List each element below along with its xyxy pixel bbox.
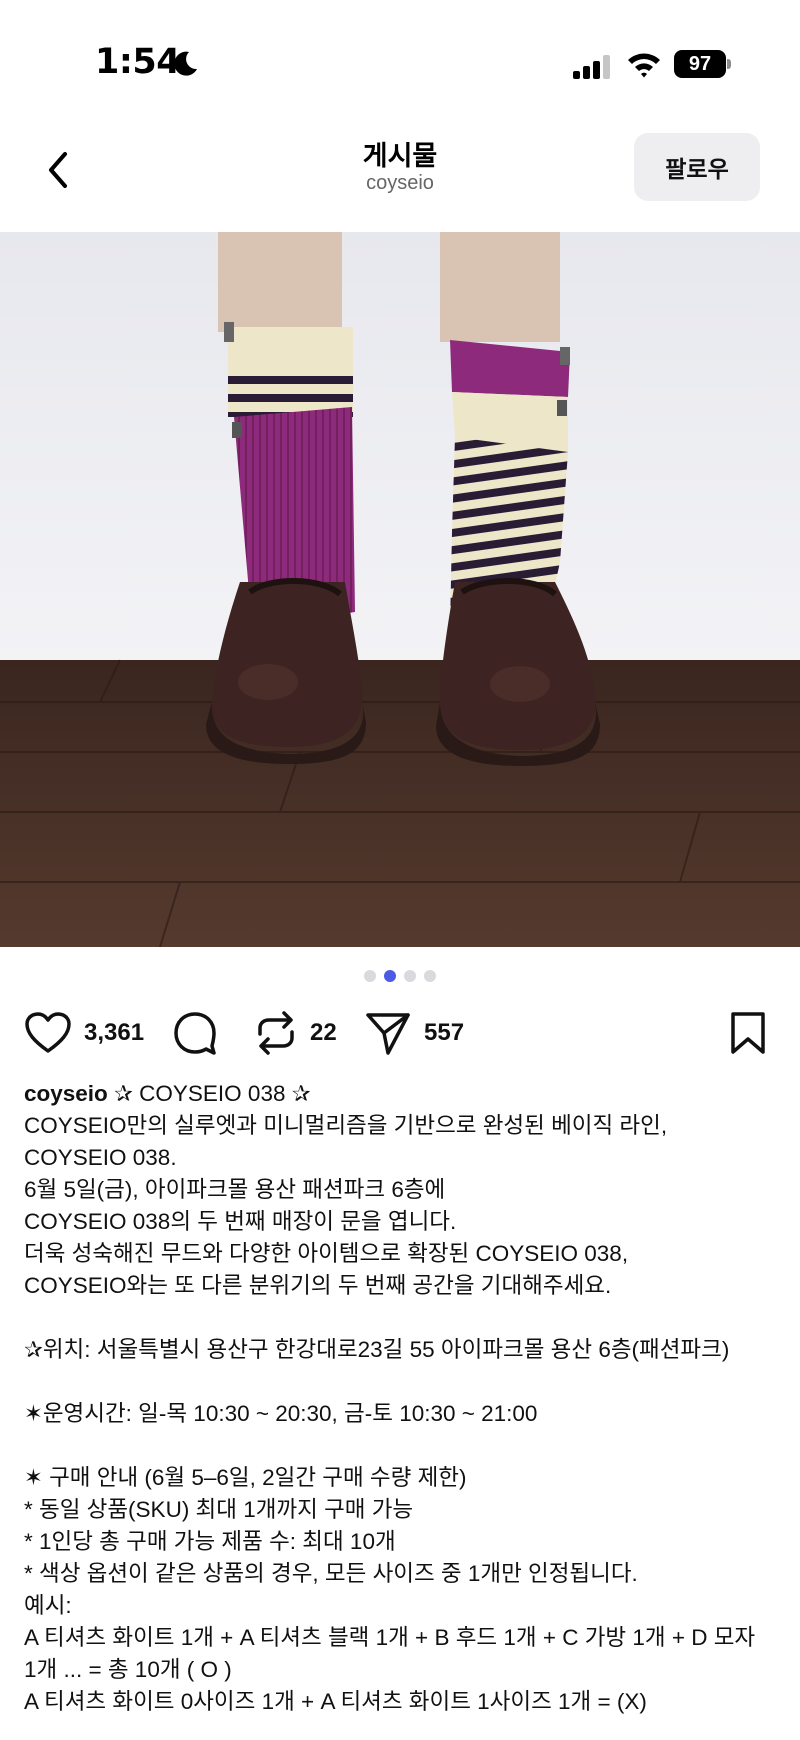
- comment-action: [172, 1005, 218, 1061]
- carousel-dot: [364, 970, 376, 982]
- status-time: 1:54: [95, 42, 181, 82]
- caption-line: COYSEIO 038의 두 번째 매장이 문을 엽니다.: [24, 1209, 457, 1234]
- caption-line: COYSEIO만의 실루엣과 미니멀리즘을 기반으로 완성된 베이직 라인,: [24, 1113, 668, 1138]
- caption-first-line: coyseio ✰ COYSEIO 038 ✰: [24, 1078, 784, 1110]
- caption-line: ✶운영시간: 일-목 10:30 ~ 20:30, 금-토 10:30 ~ 21…: [24, 1401, 538, 1426]
- comment-icon[interactable]: [172, 1010, 218, 1056]
- caption-title: ✰ COYSEIO 038 ✰: [107, 1081, 311, 1106]
- carousel-dot: [404, 970, 416, 982]
- caption-line: * 1인당 총 구매 가능 제품 수: 최대 10개: [24, 1529, 396, 1554]
- post-caption: coyseio ✰ COYSEIO 038 ✰ COYSEIO만의 실루엣과 미…: [24, 1078, 784, 1718]
- like-count[interactable]: 3,361: [84, 1019, 144, 1047]
- repost-icon[interactable]: [254, 1010, 298, 1056]
- share-action: 557: [364, 1005, 464, 1061]
- bookmark-button[interactable]: [728, 1011, 768, 1060]
- carousel-dot: [424, 970, 436, 982]
- like-action: 3,361: [24, 1005, 144, 1061]
- wifi-icon: [628, 53, 660, 78]
- follow-button[interactable]: 팔로우: [634, 133, 760, 201]
- socks-and-shoes-photo: [0, 232, 800, 947]
- repost-action: 22: [254, 1005, 337, 1061]
- post-header: 게시물 coyseio 팔로우: [0, 120, 800, 232]
- cellular-signal-icon: [573, 55, 610, 79]
- heart-icon[interactable]: [24, 1011, 72, 1055]
- post-image[interactable]: [0, 232, 800, 947]
- caption-username[interactable]: coyseio: [24, 1081, 108, 1106]
- caption-line: 예시:: [24, 1593, 72, 1618]
- carousel-indicator: [0, 970, 800, 982]
- caption-line: ✰위치: 서울특별시 용산구 한강대로23길 55 아이파크몰 용산 6층(패션…: [24, 1337, 730, 1362]
- repost-count[interactable]: 22: [310, 1019, 337, 1047]
- caption-line: * 색상 옵션이 같은 상품의 경우, 모든 사이즈 중 1개만 인정됩니다.: [24, 1561, 638, 1586]
- caption-line: 1개 ... = 총 10개 ( O ): [24, 1657, 232, 1682]
- caption-line: * 동일 상품(SKU) 최대 1개까지 구매 가능: [24, 1497, 414, 1522]
- caption-line: 6월 5일(금), 아이파크몰 용산 패션파크 6층에: [24, 1177, 446, 1202]
- caption-line: COYSEIO 038.: [24, 1145, 177, 1170]
- action-bar: 3,361 22 557: [0, 1005, 800, 1061]
- caption-body: COYSEIO만의 실루엣과 미니멀리즘을 기반으로 완성된 베이직 라인, CO…: [24, 1110, 784, 1718]
- caption-line: A 티셔츠 화이트 1개 + A 티셔츠 블랙 1개 + B 후드 1개 + C…: [24, 1625, 756, 1650]
- caption-line: ✶ 구매 안내 (6월 5–6일, 2일간 구매 수량 제한): [24, 1465, 467, 1490]
- bookmark-icon: [731, 1012, 765, 1054]
- share-count[interactable]: 557: [424, 1019, 464, 1047]
- battery-tip: [727, 59, 731, 69]
- caption-line: COYSEIO와는 또 다른 분위기의 두 번째 공간을 기대해주세요.: [24, 1273, 612, 1298]
- send-icon[interactable]: [364, 1009, 412, 1057]
- battery-level: 97: [674, 50, 726, 78]
- moon-icon: [174, 51, 197, 76]
- carousel-dot-active: [384, 970, 396, 982]
- status-bar: 1:54 97: [0, 0, 800, 120]
- caption-line: A 티셔츠 화이트 0사이즈 1개 + A 티셔츠 화이트 1사이즈 1개 = …: [24, 1689, 647, 1714]
- caption-line: 더욱 성숙해진 무드와 다양한 아이템으로 확장된 COYSEIO 038,: [24, 1241, 629, 1266]
- battery-indicator: 97: [674, 50, 731, 78]
